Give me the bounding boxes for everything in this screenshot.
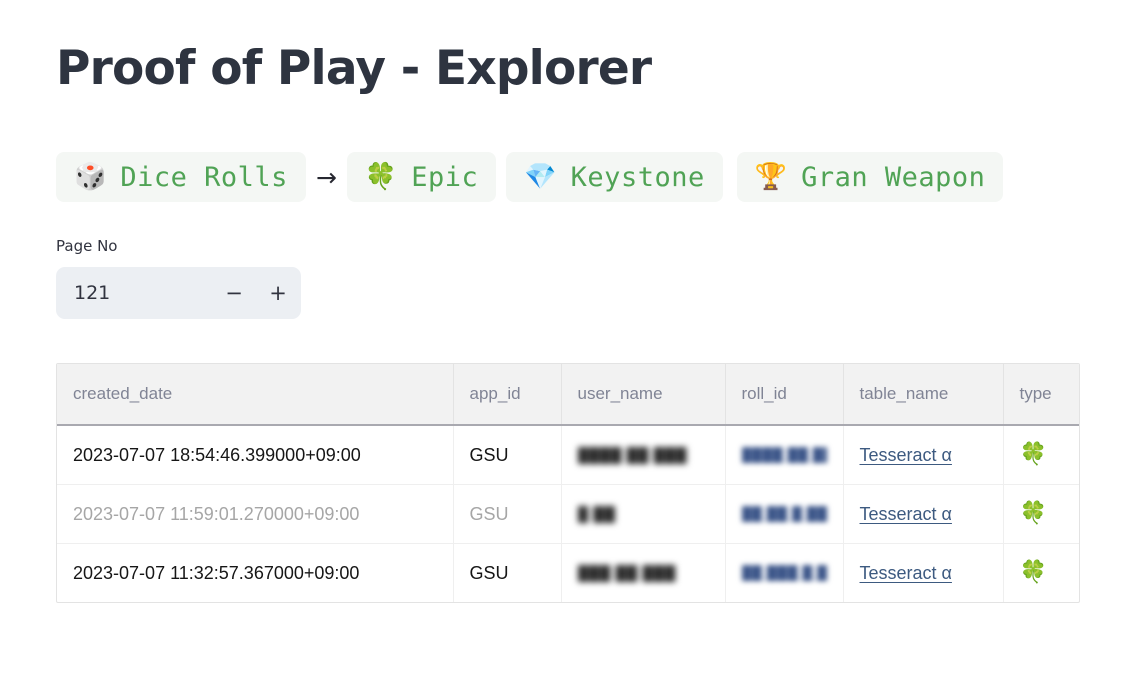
breadcrumb: 🎲 Dice Rolls → 🍀 Epic 💎 Keystone 🏆 Gran … [56, 152, 1078, 202]
breadcrumb-separator-icon: → [306, 165, 347, 190]
cell-created-date: 2023-07-07 18:54:46.399000+09:00 [57, 425, 453, 485]
breadcrumb-item-epic[interactable]: 🍀 Epic [347, 152, 496, 202]
breadcrumb-item-label: Gran Weapon [801, 162, 985, 193]
redacted-user-name: ████ ██ ███ [578, 447, 709, 464]
cell-roll-id: ██ ███ █ ██ [725, 544, 843, 603]
cell-type: 🍀 [1003, 544, 1080, 603]
cell-roll-id: ████ ██ ██ [725, 425, 843, 485]
table-name-link[interactable]: Tesseract α [860, 563, 952, 583]
page-no-decrement-button[interactable]: − [212, 268, 256, 318]
clover-icon: 🍀 [1020, 501, 1047, 526]
redacted-roll-id[interactable]: ████ ██ ██ [742, 447, 827, 463]
cell-table-name: Tesseract α [843, 544, 1003, 603]
page-no-label: Page No [56, 236, 1078, 257]
cell-created-date: 2023-07-07 11:59:01.270000+09:00 [57, 485, 453, 544]
cell-table-name: Tesseract α [843, 485, 1003, 544]
clover-icon: 🍀 [1020, 560, 1047, 585]
clover-icon: 🍀 [1020, 442, 1047, 467]
cell-app-id: GSU [453, 544, 561, 603]
trophy-icon: 🏆 [755, 164, 787, 190]
breadcrumb-item-gran-weapon[interactable]: 🏆 Gran Weapon [737, 152, 1004, 202]
table-header-row: created_date app_id user_name roll_id ta… [57, 364, 1080, 425]
cell-user-name: █ ██ [561, 485, 725, 544]
column-header-type[interactable]: type [1003, 364, 1080, 425]
cell-type: 🍀 [1003, 425, 1080, 485]
gem-icon: 💎 [524, 164, 556, 190]
cell-app-id: GSU [453, 485, 561, 544]
results-table: created_date app_id user_name roll_id ta… [56, 363, 1080, 603]
column-header-app-id[interactable]: app_id [453, 364, 561, 425]
redacted-roll-id[interactable]: ██ ███ █ ██ [742, 565, 827, 581]
app-root: Proof of Play - Explorer 🎲 Dice Rolls → … [0, 0, 1134, 603]
table-row: 2023-07-07 11:32:57.367000+09:00 GSU ███… [57, 544, 1080, 603]
cell-roll-id: ██ ██ █ ██ [725, 485, 843, 544]
breadcrumb-item-label: Dice Rolls [120, 162, 288, 193]
table-row: 2023-07-07 18:54:46.399000+09:00 GSU ███… [57, 425, 1080, 485]
breadcrumb-item-label: Keystone [571, 162, 705, 193]
column-header-user-name[interactable]: user_name [561, 364, 725, 425]
redacted-roll-id[interactable]: ██ ██ █ ██ [742, 506, 827, 522]
redacted-user-name: ███ ██ ███ [578, 565, 709, 582]
cell-user-name: ████ ██ ███ [561, 425, 725, 485]
breadcrumb-item-label: Epic [411, 162, 478, 193]
redacted-user-name: █ ██ [578, 506, 709, 523]
cell-type: 🍀 [1003, 485, 1080, 544]
column-header-roll-id[interactable]: roll_id [725, 364, 843, 425]
table-name-link[interactable]: Tesseract α [860, 445, 952, 465]
cell-table-name: Tesseract α [843, 425, 1003, 485]
column-header-table-name[interactable]: table_name [843, 364, 1003, 425]
cell-created-date: 2023-07-07 11:32:57.367000+09:00 [57, 544, 453, 603]
breadcrumb-item-keystone[interactable]: 💎 Keystone [506, 152, 722, 202]
page-no-input[interactable]: 121 [57, 282, 212, 304]
breadcrumb-item-dice-rolls[interactable]: 🎲 Dice Rolls [56, 152, 306, 202]
page-no-stepper[interactable]: 121 − + [56, 267, 301, 319]
cell-user-name: ███ ██ ███ [561, 544, 725, 603]
table-row: 2023-07-07 11:59:01.270000+09:00 GSU █ █… [57, 485, 1080, 544]
page-no-increment-button[interactable]: + [256, 268, 300, 318]
cell-app-id: GSU [453, 425, 561, 485]
page-title: Proof of Play - Explorer [56, 0, 1078, 96]
dice-icon: 🎲 [74, 164, 106, 190]
clover-icon: 🍀 [365, 164, 397, 190]
table-name-link[interactable]: Tesseract α [860, 504, 952, 524]
column-header-created-date[interactable]: created_date [57, 364, 453, 425]
